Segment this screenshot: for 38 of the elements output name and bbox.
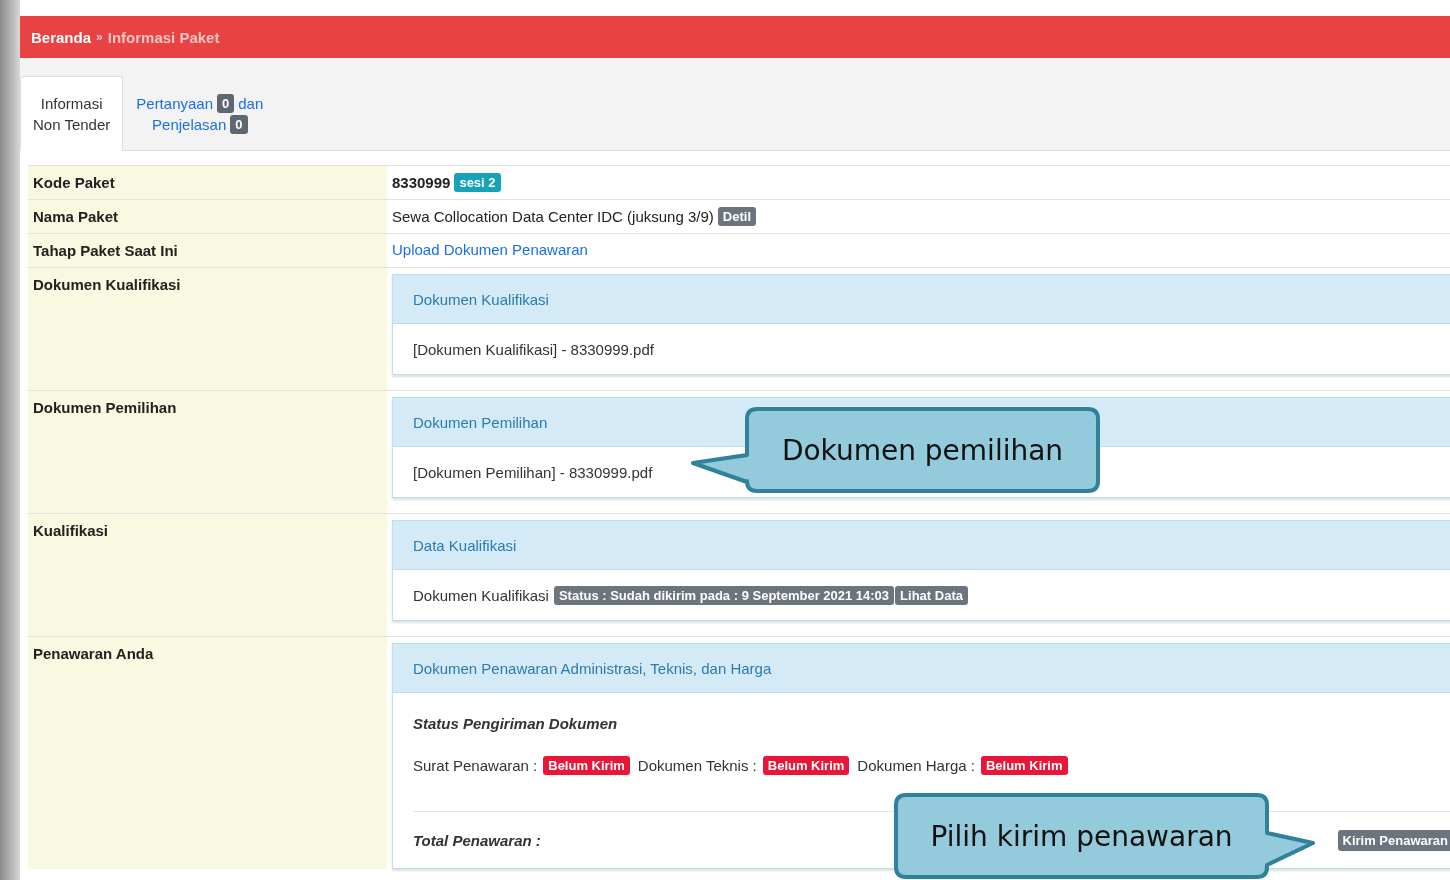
status-badge: Status : Sudah dikirim pada : 9 September 2021 14:03 (553, 585, 895, 605)
panel-heading: Dokumen Kualifikasi (393, 275, 1450, 324)
field-label: Kode Paket (28, 165, 387, 200)
tab[interactable]: Informasi Non Tender (20, 76, 124, 151)
file-name: [Dokumen Pemilihan] - 8330999.pdf (413, 463, 653, 481)
field-label: Tahap Paket Saat Ini (28, 233, 387, 268)
send-offer-button[interactable]: Kirim Penawaran (1337, 829, 1450, 851)
field-value: Sewa Collocation Data Center IDC (juksung 3/9) (392, 208, 714, 225)
panel-heading: Dokumen Penawaran Administrasi, Teknis, dan Harga (393, 644, 1450, 693)
breadcrumb-link[interactable]: Beranda (31, 28, 92, 46)
document-label: Dokumen Kualifikasi (413, 586, 549, 604)
document-label: Dokumen Teknis : (637, 757, 757, 774)
stage-link[interactable]: Upload Dokumen Penawaran (392, 241, 588, 258)
status-badge: Belum Kirim (543, 756, 630, 775)
callout-label: Dokumen pemilihan (691, 407, 1100, 493)
total-label: Total Penawaran : (413, 831, 541, 849)
field-label: Dokumen Kualifikasi (28, 267, 387, 391)
callout-label: Pilih kirim penawaran (894, 793, 1315, 879)
status-badge: Belum Kirim (762, 756, 850, 775)
count-badge: 0 (230, 115, 248, 134)
field-value: 8330999 (392, 174, 451, 191)
field-label: Kualifikasi (28, 513, 387, 637)
count-badge: 0 (217, 94, 235, 113)
breadcrumb-separator: » (96, 30, 103, 44)
status-badge: Belum Kirim (980, 756, 1068, 775)
session-badge: sesi 2 (454, 173, 501, 192)
breadcrumb-current: Informasi Paket (107, 28, 220, 46)
detail-badge[interactable]: Detil (717, 207, 756, 226)
section-subtitle: Status Pengiriman Dokumen (413, 714, 619, 732)
field-label: Penawaran Anda (28, 636, 387, 869)
document-label: Surat Penawaran : (413, 757, 538, 774)
tab[interactable]: Pertanyaan 0 dan Penjelasan 0 (123, 76, 277, 151)
file-name: [Dokumen Kualifikasi] - 8330999.pdf (413, 340, 654, 358)
field-label: Nama Paket (28, 199, 387, 234)
document-label: Dokumen Harga : (857, 757, 975, 774)
panel-heading: Data Kualifikasi (393, 521, 1450, 570)
field-label: Dokumen Pemilihan (28, 390, 387, 514)
view-data-button[interactable]: Lihat Data (895, 585, 968, 605)
